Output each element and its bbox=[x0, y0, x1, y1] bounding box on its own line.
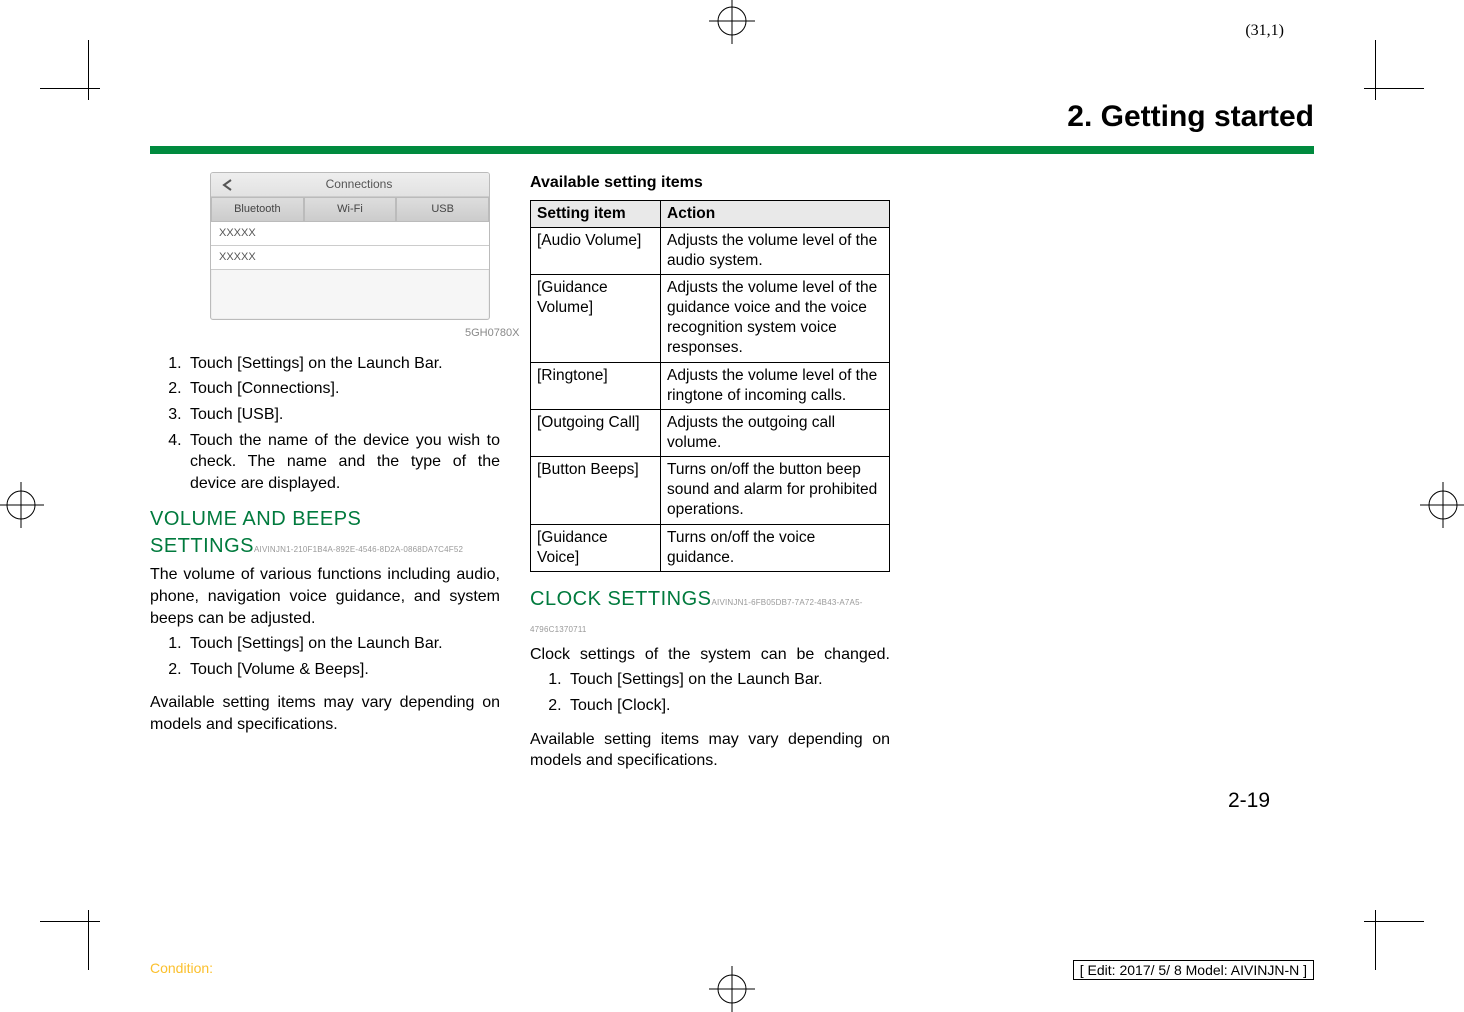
table-row: [Guidance Voice]Turns on/off the voice g… bbox=[531, 524, 890, 571]
registration-mark-right bbox=[1420, 482, 1464, 528]
table-row: [Button Beeps]Turns on/off the button be… bbox=[531, 457, 890, 524]
column-middle: Available setting items Setting item Act… bbox=[530, 172, 890, 776]
section-heading-clock: CLOCK SETTINGSAIVINJN1-6FB05DB7-7A72-4B4… bbox=[530, 586, 890, 640]
settings-table: Setting item Action [Audio Volume]Adjust… bbox=[530, 200, 890, 572]
registration-mark-top bbox=[709, 0, 755, 44]
steps-check-device: Touch [Settings] on the Launch Bar. Touc… bbox=[150, 353, 500, 495]
crop-mark bbox=[40, 921, 100, 922]
screenshot-title: Connections bbox=[237, 176, 481, 192]
registration-mark-left bbox=[0, 482, 44, 528]
tab-wifi: Wi-Fi bbox=[304, 197, 397, 222]
tab-usb: USB bbox=[396, 197, 489, 222]
table-row: [Ringtone]Adjusts the volume level of th… bbox=[531, 362, 890, 409]
crop-mark bbox=[88, 910, 89, 970]
table-cell: [Guidance Voice] bbox=[531, 524, 661, 571]
table-row: [Outgoing Call]Adjusts the outgoing call… bbox=[531, 409, 890, 456]
crop-mark bbox=[1364, 88, 1424, 89]
table-cell: [Ringtone] bbox=[531, 362, 661, 409]
section-heading-volume: VOLUME AND BEEPS SETTINGSAIVINJN1-210F1B… bbox=[150, 506, 500, 560]
table-cell: [Button Beeps] bbox=[531, 457, 661, 524]
screenshot-row: XXXXX bbox=[211, 246, 489, 270]
screenshot-row: XXXXX bbox=[211, 222, 489, 246]
body-text: The volume of various functions includin… bbox=[150, 564, 500, 629]
print-sheet: (31,1) 2. Getting started Connections bbox=[0, 0, 1464, 1010]
table-header-row: Setting item Action bbox=[531, 200, 890, 227]
image-reference: 5GH0780X bbox=[465, 326, 500, 341]
back-arrow-icon bbox=[219, 178, 237, 192]
table-cell: Adjusts the volume level of the guidance… bbox=[661, 275, 890, 363]
tab-bluetooth: Bluetooth bbox=[211, 197, 304, 222]
step-item: Touch [Settings] on the Launch Bar. bbox=[566, 669, 890, 691]
steps-clock: Touch [Settings] on the Launch Bar. Touc… bbox=[530, 669, 890, 716]
step-item: Touch [Volume & Beeps]. bbox=[186, 659, 500, 681]
crop-mark bbox=[88, 40, 89, 100]
steps-volume: Touch [Settings] on the Launch Bar. Touc… bbox=[150, 633, 500, 680]
table-cell: [Audio Volume] bbox=[531, 227, 661, 274]
step-item: Touch [USB]. bbox=[186, 404, 500, 426]
body-text: Available setting items may vary dependi… bbox=[150, 692, 500, 735]
footer-condition: Condition: bbox=[150, 960, 213, 976]
table-cell: [Outgoing Call] bbox=[531, 409, 661, 456]
page-content: 2. Getting started Connections Bluetooth bbox=[150, 100, 1314, 950]
table-cell: Turns on/off the voice guidance. bbox=[661, 524, 890, 571]
table-header: Action bbox=[661, 200, 890, 227]
table-cell: Adjusts the volume level of the audio sy… bbox=[661, 227, 890, 274]
crop-mark bbox=[40, 88, 100, 89]
section-code: AIVINJN1-210F1B4A-892E-4546-8D2A-0868DA7… bbox=[254, 545, 463, 554]
step-item: Touch [Settings] on the Launch Bar. bbox=[186, 353, 500, 375]
crop-mark bbox=[1375, 910, 1376, 970]
page-coordinate: (31,1) bbox=[1245, 22, 1284, 40]
table-cell: Adjusts the outgoing call volume. bbox=[661, 409, 890, 456]
crop-mark bbox=[1364, 921, 1424, 922]
table-row: [Guidance Volume]Adjusts the volume leve… bbox=[531, 275, 890, 363]
chapter-rule bbox=[150, 146, 1314, 154]
table-cell: Adjusts the volume level of the ringtone… bbox=[661, 362, 890, 409]
column-right: 2-19 bbox=[920, 172, 1270, 776]
section-heading-text: CLOCK SETTINGS bbox=[530, 588, 711, 610]
table-cell: Turns on/off the button beep sound and a… bbox=[661, 457, 890, 524]
step-item: Touch [Clock]. bbox=[566, 695, 890, 717]
step-item: Touch [Settings] on the Launch Bar. bbox=[186, 633, 500, 655]
screenshot-wrapper: Connections Bluetooth Wi-Fi USB XXXXX XX… bbox=[180, 172, 460, 320]
table-heading: Available setting items bbox=[530, 172, 890, 194]
footer-edit-info: [ Edit: 2017/ 5/ 8 Model: AIVINJN-N ] bbox=[1073, 960, 1314, 980]
step-item: Touch [Connections]. bbox=[186, 378, 500, 400]
step-item: Touch the name of the device you wish to… bbox=[186, 430, 500, 495]
registration-mark-bottom bbox=[709, 966, 755, 1012]
page-number: 2-19 bbox=[1228, 787, 1270, 815]
table-header: Setting item bbox=[531, 200, 661, 227]
body-text: Clock settings of the system can be chan… bbox=[530, 644, 890, 666]
screenshot-tabs: Bluetooth Wi-Fi USB bbox=[211, 197, 489, 222]
column-left: Connections Bluetooth Wi-Fi USB XXXXX XX… bbox=[150, 172, 500, 776]
connections-screenshot: Connections Bluetooth Wi-Fi USB XXXXX XX… bbox=[210, 172, 490, 320]
columns: Connections Bluetooth Wi-Fi USB XXXXX XX… bbox=[150, 172, 1314, 776]
table-row: [Audio Volume]Adjusts the volume level o… bbox=[531, 227, 890, 274]
table-cell: [Guidance Volume] bbox=[531, 275, 661, 363]
crop-mark bbox=[1375, 40, 1376, 100]
chapter-title: 2. Getting started bbox=[150, 100, 1314, 134]
body-text: Available setting items may vary dependi… bbox=[530, 729, 890, 772]
